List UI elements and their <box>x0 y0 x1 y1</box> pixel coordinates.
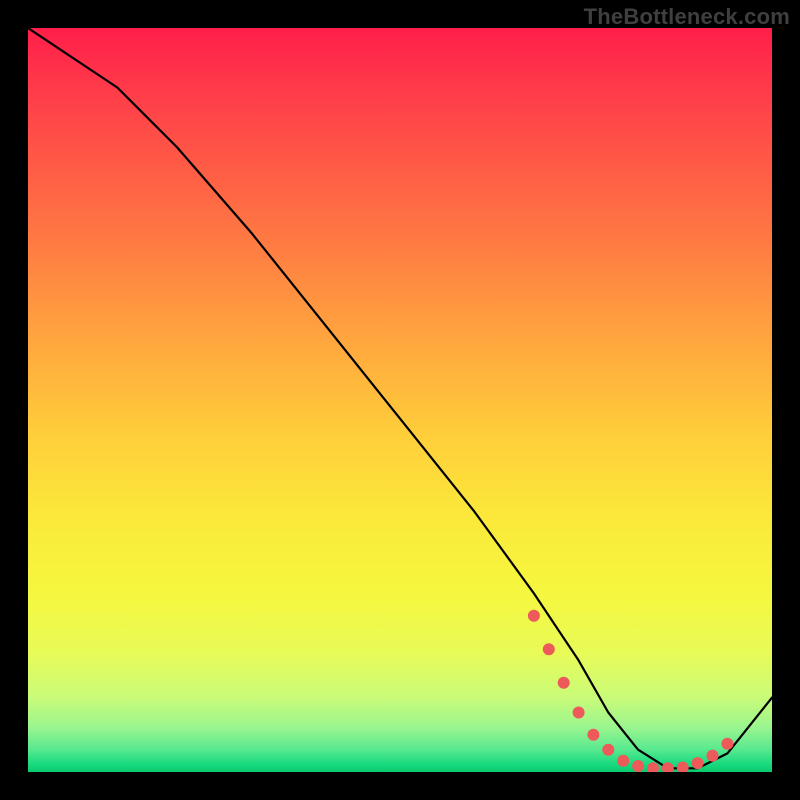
plot-area <box>28 28 772 772</box>
highlight-dot <box>528 610 540 622</box>
highlight-dot <box>558 677 570 689</box>
chart-frame: TheBottleneck.com <box>0 0 800 800</box>
highlight-dot <box>543 643 555 655</box>
highlight-dot <box>602 744 614 756</box>
watermark-label: TheBottleneck.com <box>584 4 790 30</box>
highlight-dot <box>692 757 704 769</box>
highlight-dot <box>707 750 719 762</box>
highlight-dot <box>632 760 644 772</box>
highlight-dot <box>677 762 689 773</box>
highlight-dot <box>587 729 599 741</box>
highlight-dot <box>573 707 585 719</box>
curve-path <box>28 28 772 768</box>
highlight-dot <box>721 738 733 750</box>
highlight-dot <box>617 755 629 767</box>
highlight-dot <box>647 762 659 772</box>
chart-svg <box>28 28 772 772</box>
marker-group <box>528 610 734 772</box>
highlight-dot <box>662 762 674 772</box>
